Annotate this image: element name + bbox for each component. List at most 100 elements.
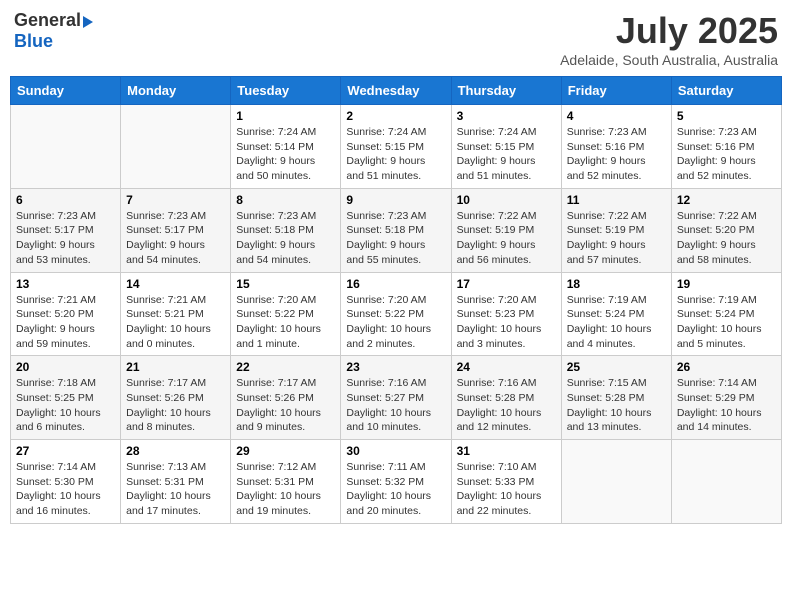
- calendar-cell: 27 Sunrise: 7:14 AM Sunset: 5:30 PM Dayli…: [11, 440, 121, 524]
- day-number: 19: [677, 277, 776, 291]
- day-number: 27: [16, 444, 115, 458]
- calendar-cell: [671, 440, 781, 524]
- day-number: 16: [346, 277, 445, 291]
- day-info: Sunrise: 7:24 AM Sunset: 5:14 PM Dayligh…: [236, 125, 335, 184]
- calendar-cell: 11 Sunrise: 7:22 AM Sunset: 5:19 PM Dayli…: [561, 188, 671, 272]
- calendar-cell: 31 Sunrise: 7:10 AM Sunset: 5:33 PM Dayli…: [451, 440, 561, 524]
- location-subtitle: Adelaide, South Australia, Australia: [560, 52, 778, 68]
- day-number: 20: [16, 360, 115, 374]
- day-number: 25: [567, 360, 666, 374]
- calendar-cell: 3Sunrise: 7:24 AM Sunset: 5:15 PM Daylig…: [451, 105, 561, 189]
- calendar-cell: 6 Sunrise: 7:23 AM Sunset: 5:17 PM Daylig…: [11, 188, 121, 272]
- day-of-week-header: Thursday: [451, 77, 561, 105]
- logo-triangle-icon: [83, 16, 93, 28]
- day-info: Sunrise: 7:12 AM Sunset: 5:31 PM Dayligh…: [236, 460, 335, 519]
- day-info: Sunrise: 7:11 AM Sunset: 5:32 PM Dayligh…: [346, 460, 445, 519]
- day-info: Sunrise: 7:20 AM Sunset: 5:22 PM Dayligh…: [236, 293, 335, 352]
- day-info: Sunrise: 7:24 AM Sunset: 5:15 PM Dayligh…: [346, 125, 445, 184]
- day-number: 17: [457, 277, 556, 291]
- day-of-week-header: Friday: [561, 77, 671, 105]
- day-number: 13: [16, 277, 115, 291]
- calendar-cell: 29 Sunrise: 7:12 AM Sunset: 5:31 PM Dayli…: [231, 440, 341, 524]
- calendar-cell: [121, 105, 231, 189]
- day-number: 6: [16, 193, 115, 207]
- calendar-week-row: 20 Sunrise: 7:18 AM Sunset: 5:25 PM Dayli…: [11, 356, 782, 440]
- day-info: Sunrise: 7:14 AM Sunset: 5:29 PM Dayligh…: [677, 376, 776, 435]
- day-info: Sunrise: 7:21 AM Sunset: 5:20 PM Dayligh…: [16, 293, 115, 352]
- calendar-cell: 8Sunrise: 7:23 AM Sunset: 5:18 PM Daylig…: [231, 188, 341, 272]
- calendar-cell: 23 Sunrise: 7:16 AM Sunset: 5:27 PM Dayli…: [341, 356, 451, 440]
- day-number: 23: [346, 360, 445, 374]
- day-info: Sunrise: 7:19 AM Sunset: 5:24 PM Dayligh…: [567, 293, 666, 352]
- page-header: General Blue July 2025 Adelaide, South A…: [10, 10, 782, 68]
- day-number: 30: [346, 444, 445, 458]
- calendar-cell: [561, 440, 671, 524]
- logo: General Blue: [14, 10, 93, 52]
- calendar-cell: 2Sunrise: 7:24 AM Sunset: 5:15 PM Daylig…: [341, 105, 451, 189]
- calendar-cell: 5Sunrise: 7:23 AM Sunset: 5:16 PM Daylig…: [671, 105, 781, 189]
- calendar-cell: 12 Sunrise: 7:22 AM Sunset: 5:20 PM Dayli…: [671, 188, 781, 272]
- calendar-cell: 26Sunrise: 7:14 AM Sunset: 5:29 PM Dayli…: [671, 356, 781, 440]
- title-section: July 2025 Adelaide, South Australia, Aus…: [560, 10, 778, 68]
- day-number: 31: [457, 444, 556, 458]
- day-info: Sunrise: 7:18 AM Sunset: 5:25 PM Dayligh…: [16, 376, 115, 435]
- day-info: Sunrise: 7:13 AM Sunset: 5:31 PM Dayligh…: [126, 460, 225, 519]
- calendar-cell: 19 Sunrise: 7:19 AM Sunset: 5:24 PM Dayli…: [671, 272, 781, 356]
- day-number: 24: [457, 360, 556, 374]
- day-info: Sunrise: 7:16 AM Sunset: 5:28 PM Dayligh…: [457, 376, 556, 435]
- calendar-week-row: 6 Sunrise: 7:23 AM Sunset: 5:17 PM Daylig…: [11, 188, 782, 272]
- day-number: 21: [126, 360, 225, 374]
- day-number: 10: [457, 193, 556, 207]
- calendar-cell: 22 Sunrise: 7:17 AM Sunset: 5:26 PM Dayli…: [231, 356, 341, 440]
- day-info: Sunrise: 7:24 AM Sunset: 5:15 PM Dayligh…: [457, 125, 556, 184]
- day-info: Sunrise: 7:22 AM Sunset: 5:19 PM Dayligh…: [567, 209, 666, 268]
- day-info: Sunrise: 7:23 AM Sunset: 5:17 PM Dayligh…: [16, 209, 115, 268]
- day-number: 28: [126, 444, 225, 458]
- day-info: Sunrise: 7:20 AM Sunset: 5:23 PM Dayligh…: [457, 293, 556, 352]
- calendar-cell: 13 Sunrise: 7:21 AM Sunset: 5:20 PM Dayli…: [11, 272, 121, 356]
- day-number: 9: [346, 193, 445, 207]
- day-info: Sunrise: 7:23 AM Sunset: 5:17 PM Dayligh…: [126, 209, 225, 268]
- calendar-cell: 24 Sunrise: 7:16 AM Sunset: 5:28 PM Dayli…: [451, 356, 561, 440]
- day-info: Sunrise: 7:17 AM Sunset: 5:26 PM Dayligh…: [126, 376, 225, 435]
- day-info: Sunrise: 7:22 AM Sunset: 5:19 PM Dayligh…: [457, 209, 556, 268]
- calendar-cell: 18Sunrise: 7:19 AM Sunset: 5:24 PM Dayli…: [561, 272, 671, 356]
- day-of-week-header: Tuesday: [231, 77, 341, 105]
- day-info: Sunrise: 7:15 AM Sunset: 5:28 PM Dayligh…: [567, 376, 666, 435]
- day-number: 22: [236, 360, 335, 374]
- day-number: 12: [677, 193, 776, 207]
- day-info: Sunrise: 7:14 AM Sunset: 5:30 PM Dayligh…: [16, 460, 115, 519]
- calendar-cell: 15Sunrise: 7:20 AM Sunset: 5:22 PM Dayli…: [231, 272, 341, 356]
- day-info: Sunrise: 7:10 AM Sunset: 5:33 PM Dayligh…: [457, 460, 556, 519]
- day-info: Sunrise: 7:22 AM Sunset: 5:20 PM Dayligh…: [677, 209, 776, 268]
- calendar-header-row: SundayMondayTuesdayWednesdayThursdayFrid…: [11, 77, 782, 105]
- calendar-cell: 9Sunrise: 7:23 AM Sunset: 5:18 PM Daylig…: [341, 188, 451, 272]
- calendar-cell: 30 Sunrise: 7:11 AM Sunset: 5:32 PM Dayli…: [341, 440, 451, 524]
- day-info: Sunrise: 7:21 AM Sunset: 5:21 PM Dayligh…: [126, 293, 225, 352]
- calendar-cell: 16 Sunrise: 7:20 AM Sunset: 5:22 PM Dayli…: [341, 272, 451, 356]
- calendar-week-row: 1Sunrise: 7:24 AM Sunset: 5:14 PM Daylig…: [11, 105, 782, 189]
- day-info: Sunrise: 7:19 AM Sunset: 5:24 PM Dayligh…: [677, 293, 776, 352]
- calendar-cell: 1Sunrise: 7:24 AM Sunset: 5:14 PM Daylig…: [231, 105, 341, 189]
- calendar-table: SundayMondayTuesdayWednesdayThursdayFrid…: [10, 76, 782, 524]
- day-info: Sunrise: 7:23 AM Sunset: 5:18 PM Dayligh…: [236, 209, 335, 268]
- day-number: 7: [126, 193, 225, 207]
- day-info: Sunrise: 7:17 AM Sunset: 5:26 PM Dayligh…: [236, 376, 335, 435]
- calendar-cell: 4Sunrise: 7:23 AM Sunset: 5:16 PM Daylig…: [561, 105, 671, 189]
- logo-general-text: General: [14, 10, 81, 31]
- day-info: Sunrise: 7:16 AM Sunset: 5:27 PM Dayligh…: [346, 376, 445, 435]
- day-number: 11: [567, 193, 666, 207]
- logo-blue-text: Blue: [14, 31, 53, 52]
- day-number: 14: [126, 277, 225, 291]
- day-number: 4: [567, 109, 666, 123]
- day-of-week-header: Wednesday: [341, 77, 451, 105]
- calendar-cell: 21 Sunrise: 7:17 AM Sunset: 5:26 PM Dayli…: [121, 356, 231, 440]
- day-info: Sunrise: 7:20 AM Sunset: 5:22 PM Dayligh…: [346, 293, 445, 352]
- calendar-cell: 28 Sunrise: 7:13 AM Sunset: 5:31 PM Dayli…: [121, 440, 231, 524]
- calendar-cell: 20 Sunrise: 7:18 AM Sunset: 5:25 PM Dayli…: [11, 356, 121, 440]
- day-number: 29: [236, 444, 335, 458]
- day-info: Sunrise: 7:23 AM Sunset: 5:16 PM Dayligh…: [677, 125, 776, 184]
- calendar-week-row: 27 Sunrise: 7:14 AM Sunset: 5:30 PM Dayli…: [11, 440, 782, 524]
- calendar-cell: 7 Sunrise: 7:23 AM Sunset: 5:17 PM Daylig…: [121, 188, 231, 272]
- month-title: July 2025: [560, 10, 778, 52]
